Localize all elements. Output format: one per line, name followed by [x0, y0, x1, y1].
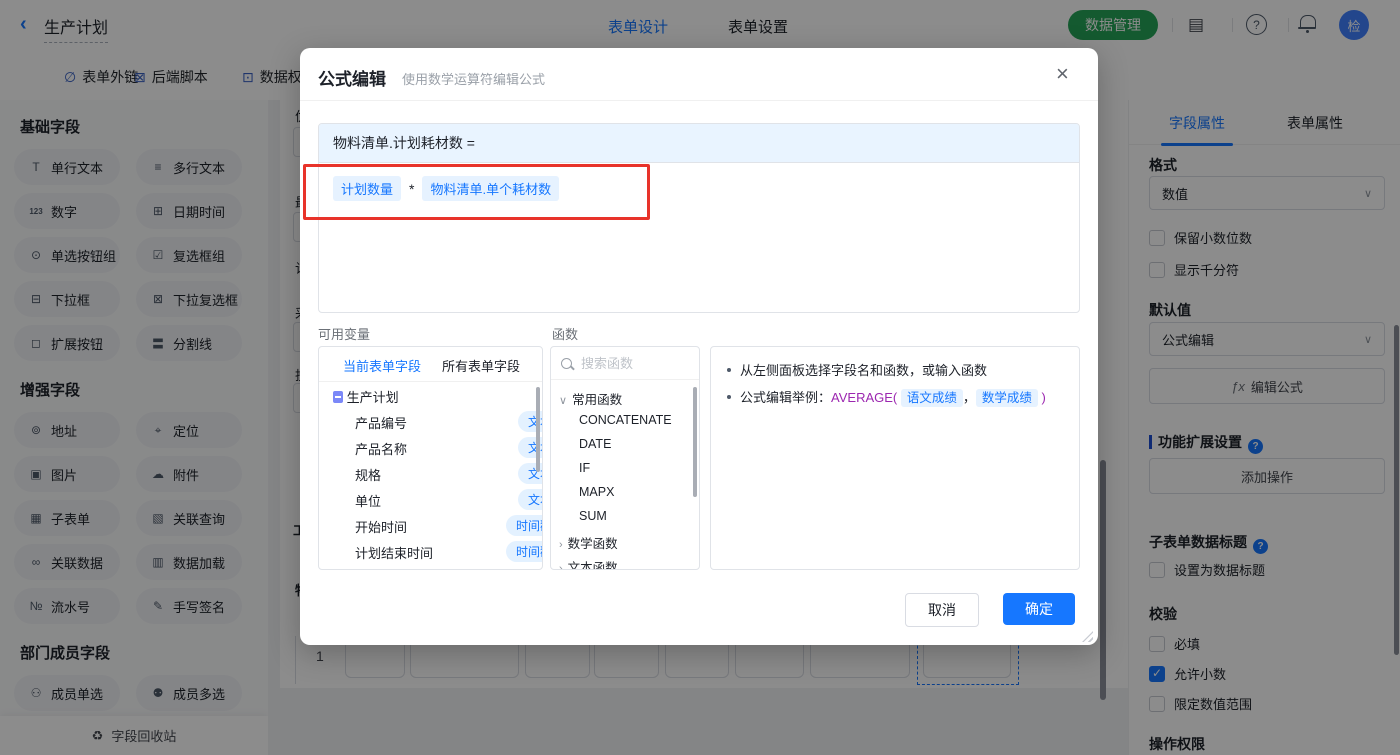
tree-field[interactable]: 产品名称文本 — [319, 437, 542, 463]
cancel-button[interactable]: 取消 — [905, 593, 979, 627]
function-item[interactable]: MAPX — [579, 485, 614, 499]
resize-handle[interactable] — [1082, 631, 1093, 642]
function-item[interactable]: IF — [579, 461, 590, 475]
type-badge: 时间戳 — [505, 515, 542, 536]
tree-field[interactable]: 开始时间 时间戳 — [319, 515, 542, 541]
divider — [300, 100, 1098, 101]
search-icon — [561, 357, 572, 369]
tab-current-form-fields[interactable]: 当前表单字段 — [343, 356, 421, 375]
form-doc-icon — [333, 391, 343, 403]
formula-target: 物料清单.计划耗材数 = — [319, 124, 1079, 163]
functions-label: 函数 — [552, 327, 579, 342]
chevron-right-icon: › — [559, 563, 563, 570]
field-name: 产品编号 — [355, 416, 408, 431]
variables-scrollbar[interactable] — [536, 387, 540, 472]
variables-panel: 当前表单字段 所有表单字段 生产计划 产品编号文本 产品名称文本 规格文本 单位… — [318, 346, 543, 570]
tip-text: 从左侧面板选择字段名和函数，或输入函数 — [740, 363, 988, 378]
close-icon[interactable]: × — [1056, 61, 1069, 87]
field-name: 计划结束时间 — [355, 546, 434, 561]
search-input[interactable] — [579, 354, 683, 372]
functions-panel: ∨ 常用函数 CONCATENATE DATE IF MAPX SUM › 数学函数… — [550, 346, 700, 570]
example-function: AVERAGE( — [831, 390, 898, 405]
bullet — [727, 395, 731, 399]
tab-all-form-fields[interactable]: 所有表单字段 — [442, 356, 520, 375]
example-token: 数学成绩 — [975, 389, 1038, 407]
group-label: 文本函数 — [567, 561, 618, 570]
type-badge: 文本 — [517, 489, 542, 510]
field-name: 产品名称 — [355, 442, 408, 457]
field-name: 规格 — [355, 468, 382, 483]
tree-root-label: 生产计划 — [346, 390, 399, 405]
tips-panel: 从左侧面板选择字段名和函数，或输入函数 公式编辑举例：AVERAGE( 语文成绩… — [710, 346, 1080, 570]
function-item[interactable]: DATE — [579, 437, 611, 451]
modal-subtitle: 使用数学运算符编辑公式 — [402, 72, 546, 87]
function-search[interactable] — [551, 347, 699, 380]
field-name: 单位 — [355, 494, 382, 509]
bullet — [727, 368, 731, 372]
confirm-button[interactable]: 确定 — [1003, 593, 1075, 625]
annotation-red-box — [303, 164, 650, 220]
modal-title: 公式编辑 — [318, 70, 386, 89]
tree-field[interactable]: 产品编号文本 — [319, 411, 542, 437]
group-label: 常用函数 — [572, 393, 623, 407]
chevron-down-icon: ∨ — [559, 395, 568, 407]
example-close: ) — [1041, 390, 1046, 405]
function-group-common[interactable]: ∨ 常用函数 — [559, 389, 622, 408]
comma: ， — [962, 390, 976, 405]
tip-text: 公式编辑举例： — [740, 390, 832, 405]
tip-line-1: 从左侧面板选择字段名和函数，或输入函数 — [727, 360, 987, 379]
tip-line-2: 公式编辑举例：AVERAGE( 语文成绩，数学成绩 ) — [727, 387, 1046, 407]
type-badge: 时间戳 — [505, 541, 542, 562]
formula-edit-modal: 公式编辑 使用数学运算符编辑公式 × 物料清单.计划耗材数 = 计划数量 * 物… — [300, 48, 1098, 645]
field-name: 开始时间 — [355, 520, 408, 535]
function-group-text[interactable]: › 文本函数 — [559, 557, 618, 570]
functions-scrollbar[interactable] — [693, 387, 697, 497]
function-item[interactable]: CONCATENATE — [579, 413, 672, 427]
function-item[interactable]: SUM — [579, 509, 607, 523]
tree-root[interactable]: 生产计划 — [319, 387, 542, 411]
tree-field[interactable]: 单位 文本 — [319, 489, 542, 515]
group-label: 数学函数 — [567, 537, 618, 551]
chevron-right-icon: › — [559, 539, 563, 551]
example-token: 语文成绩 — [900, 389, 963, 407]
variables-label: 可用变量 — [318, 327, 371, 342]
tree-field[interactable]: 规格文本 — [319, 463, 542, 489]
variables-tabs: 当前表单字段 所有表单字段 — [319, 347, 542, 382]
function-group-math[interactable]: › 数学函数 — [559, 533, 618, 552]
tree-field[interactable]: 计划结束时间 时间戳 — [319, 541, 542, 567]
